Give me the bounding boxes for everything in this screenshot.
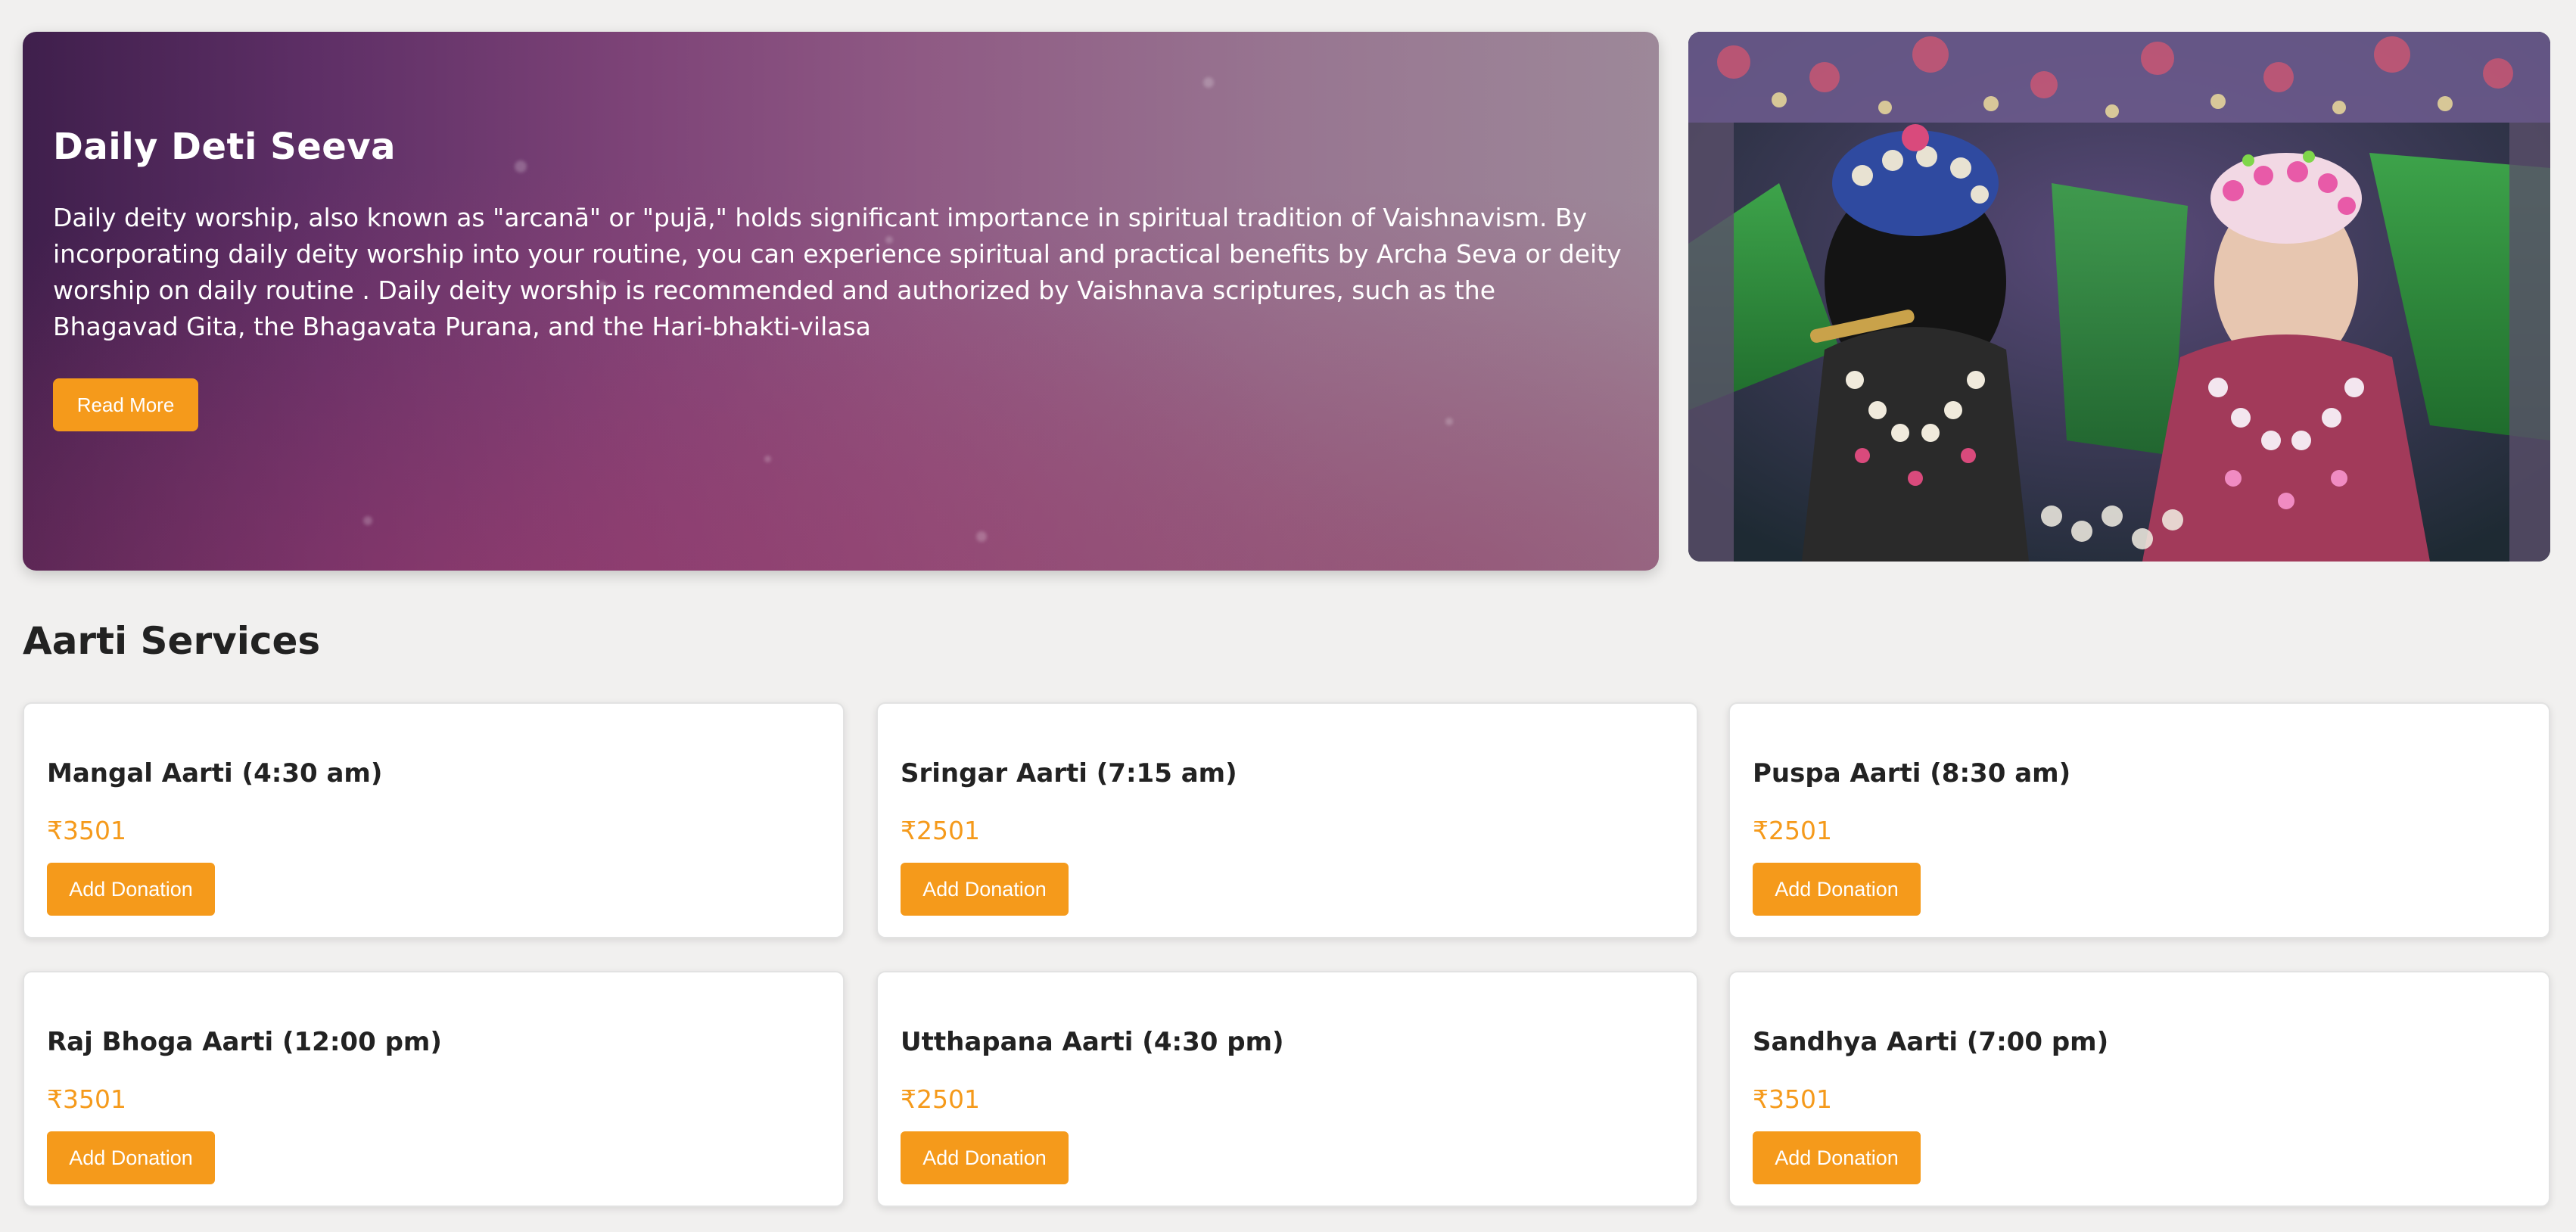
service-card-sringar: Sringar Aarti (7:15 am) ₹2501 Add Donati… [876, 702, 1698, 938]
add-donation-button[interactable]: Add Donation [47, 863, 215, 916]
service-name: Puspa Aarti (8:30 am) [1753, 758, 2071, 789]
hero-description: Daily deity worship, also known as "arca… [53, 203, 1622, 341]
sparkle-dot [764, 456, 771, 462]
service-card-mangal: Mangal Aarti (4:30 am) ₹3501 Add Donatio… [23, 702, 845, 938]
service-name: Raj Bhoga Aarti (12:00 pm) [47, 1027, 442, 1057]
add-donation-button[interactable]: Add Donation [47, 1131, 215, 1184]
add-donation-button[interactable]: Add Donation [1753, 863, 1921, 916]
service-name: Mangal Aarti (4:30 am) [47, 758, 383, 789]
sparkle-dot [1203, 77, 1214, 88]
hero-banner: Daily Deti Seeva Daily deity worship, al… [23, 32, 1659, 571]
service-price: ₹3501 [47, 1084, 126, 1114]
deity-photo [1688, 32, 2550, 562]
service-name: Sandhya Aarti (7:00 pm) [1753, 1027, 2109, 1057]
sparkle-dot [976, 531, 987, 542]
service-card-raj-bhoga: Raj Bhoga Aarti (12:00 pm) ₹3501 Add Don… [23, 971, 845, 1207]
add-donation-button[interactable]: Add Donation [901, 863, 1069, 916]
page: Daily Deti Seeva Daily deity worship, al… [0, 0, 2576, 1232]
sparkle-dot [515, 160, 527, 173]
read-more-button[interactable]: Read More [53, 378, 198, 431]
service-price: ₹2501 [901, 1084, 980, 1114]
service-card-puspa: Puspa Aarti (8:30 am) ₹2501 Add Donation [1728, 702, 2550, 938]
service-price: ₹3501 [47, 816, 126, 845]
sparkle-dot [1445, 418, 1453, 425]
add-donation-button[interactable]: Add Donation [901, 1131, 1069, 1184]
service-price: ₹3501 [1753, 1084, 1832, 1114]
aarti-services-heading: Aarti Services [23, 619, 321, 663]
hero-title: Daily Deti Seeva [53, 126, 397, 168]
add-donation-button[interactable]: Add Donation [1753, 1131, 1921, 1184]
service-name: Utthapana Aarti (4:30 pm) [901, 1027, 1284, 1057]
deity-illustration [1688, 32, 2550, 562]
service-card-sandhya: Sandhya Aarti (7:00 pm) ₹3501 Add Donati… [1728, 971, 2550, 1207]
service-card-utthapana: Utthapana Aarti (4:30 pm) ₹2501 Add Dona… [876, 971, 1698, 1207]
sparkle-dot [363, 516, 372, 525]
service-price: ₹2501 [901, 816, 980, 845]
service-name: Sringar Aarti (7:15 am) [901, 758, 1237, 789]
service-price: ₹2501 [1753, 816, 1832, 845]
